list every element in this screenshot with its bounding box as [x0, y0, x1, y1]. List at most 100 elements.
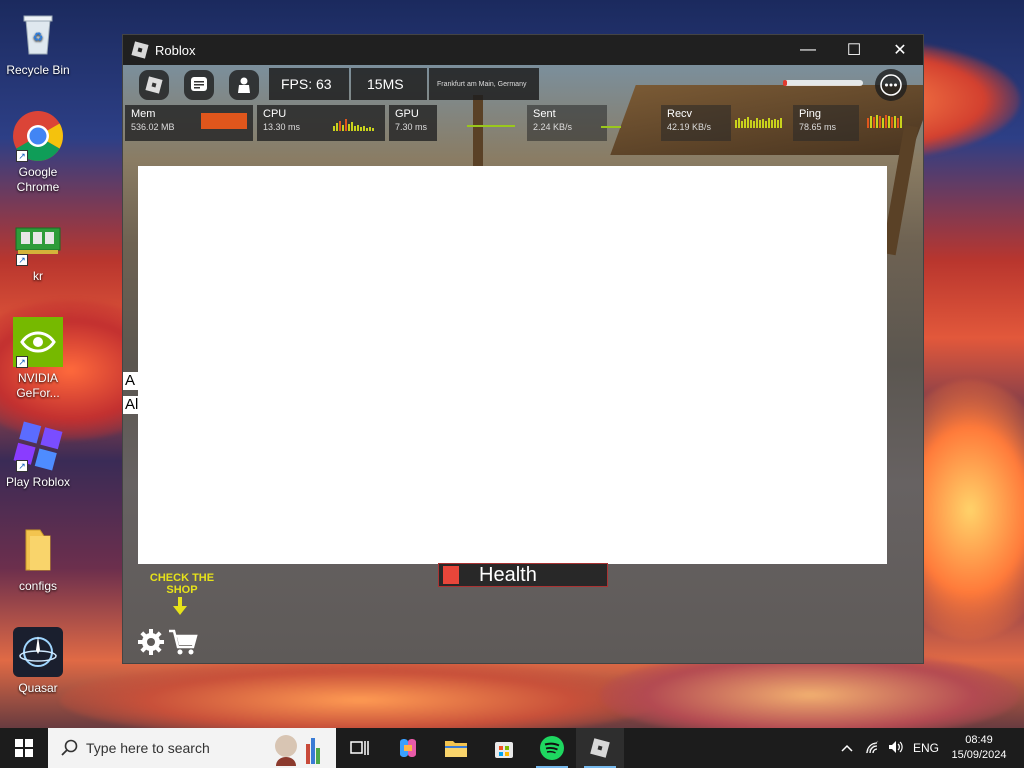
stat-gpu-value: 7.30 ms: [395, 122, 428, 132]
chrome-icon: ↗: [12, 110, 64, 162]
taskbar: Type here to search ENG 08:49 15/09/2024: [0, 728, 1024, 768]
chat-icon: [191, 77, 207, 91]
desktop-icon-label: configs: [18, 579, 58, 593]
taskbar-copilot[interactable]: [384, 728, 432, 768]
hidden-list-item[interactable]: Al: [123, 396, 139, 414]
memory-stick-icon: ↗: [12, 214, 64, 266]
taskbar-roblox[interactable]: [576, 728, 624, 768]
system-tray: ENG 08:49 15/09/2024: [834, 728, 1024, 768]
shortcut-arrow-icon: ↗: [16, 460, 28, 472]
health-bar: Health: [438, 563, 608, 587]
network-icon[interactable]: [860, 740, 884, 757]
arrow-down-icon: [173, 597, 187, 615]
stat-ping-label: Ping: [799, 108, 822, 120]
roblox-menu-button[interactable]: [139, 70, 169, 100]
shortcut-arrow-icon: ↗: [16, 356, 28, 368]
game-viewport[interactable]: FPS: 63 15MS Frankfurt am Main, Germany …: [123, 65, 923, 663]
stat-recv-label: Recv: [667, 108, 693, 120]
close-button[interactable]: ✕: [877, 35, 923, 65]
windows-logo-icon: [15, 739, 33, 757]
roblox-logo-icon: [590, 738, 610, 758]
desktop-icon-label: Recycle Bin: [6, 63, 70, 77]
window-titlebar[interactable]: Roblox — ☐ ✕: [123, 35, 923, 65]
stat-mem[interactable]: Mem 536.02 MB: [125, 105, 253, 141]
task-view-icon: [350, 741, 369, 755]
stat-sent-label: Sent: [533, 108, 556, 120]
more-options-button[interactable]: [875, 69, 907, 101]
nvidia-icon: ↗: [12, 316, 64, 368]
window-title: Roblox: [155, 42, 196, 58]
shortcut-arrow-icon: ↗: [16, 254, 28, 266]
stat-cpu[interactable]: CPU 13.30 ms: [257, 105, 385, 141]
speaker-icon[interactable]: [884, 740, 908, 757]
health-label: Health: [479, 563, 537, 586]
spotify-icon: [540, 736, 564, 760]
latency-counter: 15MS: [351, 68, 427, 100]
settings-gear-icon[interactable]: [137, 628, 165, 656]
stat-sent[interactable]: Sent 2.24 KB/s: [527, 105, 607, 141]
desktop-icon-label: kr: [33, 269, 43, 283]
minimize-button[interactable]: —: [785, 35, 831, 65]
clock-time: 08:49: [965, 734, 993, 746]
search-highlight-icon: [275, 735, 320, 766]
language-indicator[interactable]: ENG: [908, 741, 944, 755]
stat-ping[interactable]: Ping 78.65 ms: [793, 105, 859, 141]
sent-graph: [601, 126, 621, 128]
recycle-bin-icon: ♻: [12, 8, 64, 60]
desktop-icon-chrome[interactable]: ↗ Google Chrome: [4, 110, 72, 195]
maximize-button[interactable]: ☐: [831, 35, 877, 65]
shop-hint-text: CHECK THE SHOP: [149, 572, 215, 596]
recv-graph: [735, 116, 782, 128]
mem-graph: [201, 113, 247, 129]
shop-cart-icon[interactable]: [168, 627, 198, 657]
quasar-icon: [12, 626, 64, 678]
performance-stats: Mem 536.02 MB CPU 13.30 ms GPU 7.30 ms S…: [125, 102, 913, 142]
stat-gpu-label: GPU: [395, 108, 419, 120]
start-button[interactable]: [0, 728, 48, 768]
store-icon: [495, 742, 513, 758]
desktop-icon-label: NVIDIA GeFor...: [16, 371, 60, 400]
roblox-studio-icon: ↗: [12, 420, 64, 472]
stat-ping-value: 78.65 ms: [799, 122, 837, 132]
ping-graph: [867, 114, 902, 128]
health-indicator: [443, 566, 459, 584]
hidden-list-item[interactable]: A: [123, 372, 139, 390]
desktop-icon-kr[interactable]: ↗ kr: [4, 214, 72, 284]
roblox-menu-icon: [145, 76, 163, 94]
clock[interactable]: 08:49 15/09/2024: [944, 733, 1014, 763]
fps-counter: FPS: 63: [269, 68, 349, 100]
desktop-icon-recycle-bin[interactable]: ♻ Recycle Bin: [4, 8, 72, 78]
volume-slider-fill: [783, 80, 787, 86]
volume-slider[interactable]: [783, 80, 863, 86]
copilot-icon: [400, 739, 416, 757]
folder-icon: [445, 741, 467, 757]
search-placeholder: Type here to search: [86, 740, 210, 756]
chat-button[interactable]: [184, 70, 214, 100]
desktop-icon-label: Play Roblox: [5, 475, 71, 489]
taskbar-file-explorer[interactable]: [432, 728, 480, 768]
desktop-icon-label: Google Chrome: [16, 165, 60, 194]
tray-overflow-chevron-icon[interactable]: [834, 741, 860, 755]
desktop-icon-configs[interactable]: configs: [4, 524, 72, 594]
stat-recv[interactable]: Recv 42.19 KB/s: [661, 105, 731, 141]
folder-icon: [12, 524, 64, 576]
avatar-button[interactable]: [229, 70, 259, 100]
avatar-icon: [238, 77, 250, 93]
task-view-button[interactable]: [336, 728, 384, 768]
desktop-icon-nvidia[interactable]: ↗ NVIDIA GeFor...: [4, 316, 72, 401]
server-location: Frankfurt am Main, Germany: [429, 68, 539, 100]
roblox-window: Roblox — ☐ ✕ FPS: 63 15MS Frankfurt am M…: [122, 34, 924, 664]
blank-content-panel: [138, 166, 887, 564]
stat-gpu[interactable]: GPU 7.30 ms: [389, 105, 437, 141]
search-icon: [61, 739, 78, 756]
clock-date: 15/09/2024: [951, 749, 1007, 761]
desktop-icon-quasar[interactable]: Quasar: [4, 626, 72, 696]
stat-recv-value: 42.19 KB/s: [667, 122, 712, 132]
stat-sent-value: 2.24 KB/s: [533, 122, 573, 132]
taskbar-microsoft-store[interactable]: [480, 728, 528, 768]
desktop-icon-play-roblox[interactable]: ↗ Play Roblox: [4, 420, 72, 490]
taskbar-search[interactable]: Type here to search: [48, 728, 336, 768]
game-topbar: FPS: 63 15MS Frankfurt am Main, Germany: [123, 65, 923, 101]
roblox-logo-icon: [131, 41, 149, 59]
taskbar-spotify[interactable]: [528, 728, 576, 768]
